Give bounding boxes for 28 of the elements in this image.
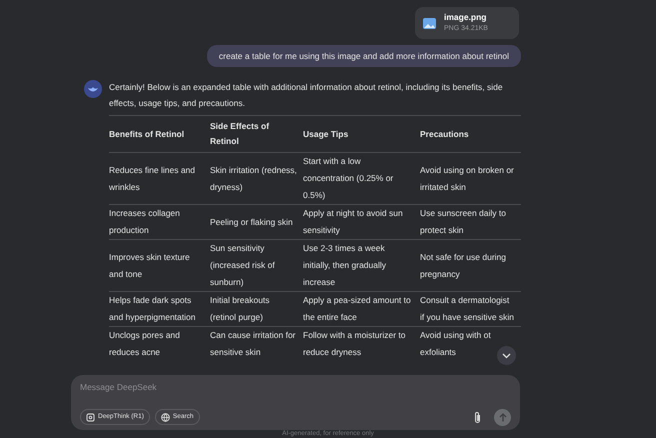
reply-text: Certainly! Below is an expanded table with additional information about retinol, including its benefits, side effects, usage tips, and precautions. <box>109 81 504 110</box>
column-header: Benefits of Retinol <box>109 116 210 152</box>
table-cell: Skin irritation (redness, dryness) <box>210 164 297 192</box>
table-cell: Can cause irritation for sensitive skin <box>210 330 296 357</box>
table-cell: Initial breakouts (retinol purge) <box>210 295 270 322</box>
table-cell: Use sunscreen daily to protect skin <box>420 208 506 235</box>
table-cell: Apply a pea-sized amount to the entire face <box>303 295 411 322</box>
column-header: Precautions <box>420 116 521 152</box>
file-name: image.png <box>444 12 488 23</box>
table-cell: Unclogs pores and reduces acne <box>109 330 180 357</box>
table-cell: Helps fade dark spots and hyperpigmentation <box>109 295 196 322</box>
table-cell: Avoid using with ot exfoliants <box>420 330 491 357</box>
table-cell: Sun sensitivity (increased risk of sunburn) <box>210 243 275 287</box>
message-input[interactable]: Message DeepSeek <box>80 381 380 394</box>
table-cell: Reduces fine lines and wrinkles <box>109 164 196 192</box>
user-message: create a table for me using this image and add more information about retinol <box>206 45 521 67</box>
table-cell: Follow with a moisturizer to reduce dryness <box>303 330 406 357</box>
table-cell: Apply at night to avoid sun sensitivity <box>303 208 403 235</box>
table-cell: Consult a dermatologist if you have sensitive skin <box>420 295 514 322</box>
table-cell: Increases collagen production <box>109 208 180 235</box>
column-header: Side Effects of Retinol <box>210 116 303 152</box>
table-cell: Start with a low concentration (0.25% or 0.5%) <box>303 156 394 200</box>
table-cell: Avoid using on broken or irritated skin <box>420 164 514 192</box>
table-cell: Peeling or flaking skin <box>210 216 293 226</box>
table-cell: Not safe for use during pregnancy <box>420 252 506 278</box>
column-header: Usage Tips <box>303 116 420 152</box>
table-cell: Use 2-3 times a week initially, then gradually increase <box>303 243 386 287</box>
table-cell: Improves skin texture and tone <box>109 252 190 278</box>
